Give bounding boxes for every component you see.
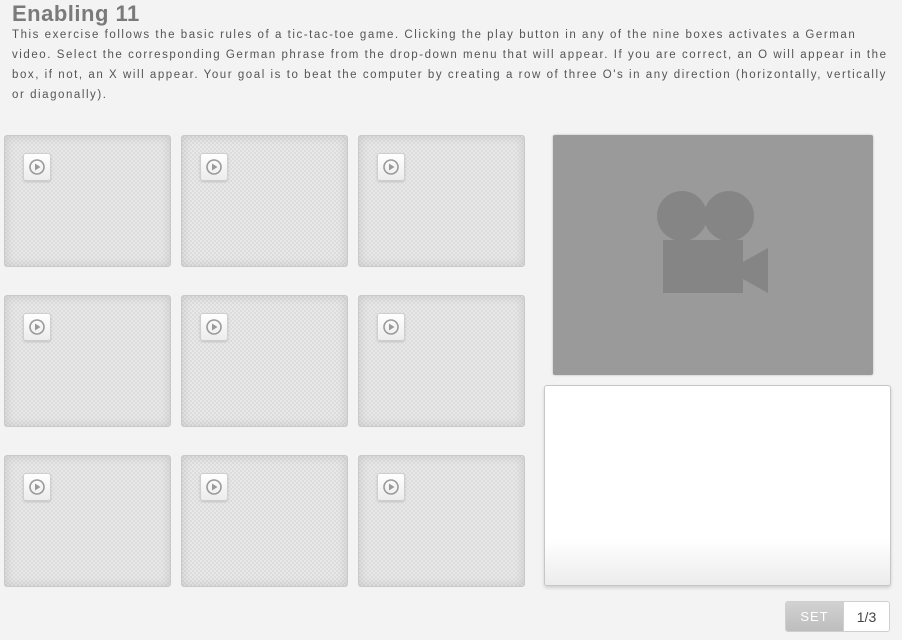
board-cell-2[interactable] [181,135,348,267]
board-cell-4[interactable] [4,295,171,427]
play-button-9[interactable] [377,473,405,501]
play-icon [383,479,399,495]
play-button-7[interactable] [23,473,51,501]
board-cell-9[interactable] [358,455,525,587]
play-button-4[interactable] [23,313,51,341]
play-icon [206,319,222,335]
play-button-5[interactable] [200,313,228,341]
set-label: SET [786,602,843,631]
board-cell-3[interactable] [358,135,525,267]
answer-panel [544,385,891,586]
board-cell-1[interactable] [4,135,171,267]
page-title: Enabling 11 [12,1,140,26]
board-cell-7[interactable] [4,455,171,587]
tic-tac-toe-board [4,135,526,587]
play-icon [206,159,222,175]
play-button-2[interactable] [200,153,228,181]
set-counter: SET 1/3 [785,601,890,632]
play-icon [206,479,222,495]
board-cell-8[interactable] [181,455,348,587]
play-icon [29,479,45,495]
video-camera-icon [657,191,768,293]
board-cell-5[interactable] [181,295,348,427]
play-button-1[interactable] [23,153,51,181]
video-player[interactable] [553,135,873,375]
set-value: 1/3 [843,602,889,631]
play-icon [383,159,399,175]
board-cell-6[interactable] [358,295,525,427]
instructions-text: This exercise follows the basic rules of… [12,29,888,101]
play-button-6[interactable] [377,313,405,341]
play-button-3[interactable] [377,153,405,181]
play-icon [383,319,399,335]
play-icon [29,159,45,175]
play-icon [29,319,45,335]
play-button-8[interactable] [200,473,228,501]
